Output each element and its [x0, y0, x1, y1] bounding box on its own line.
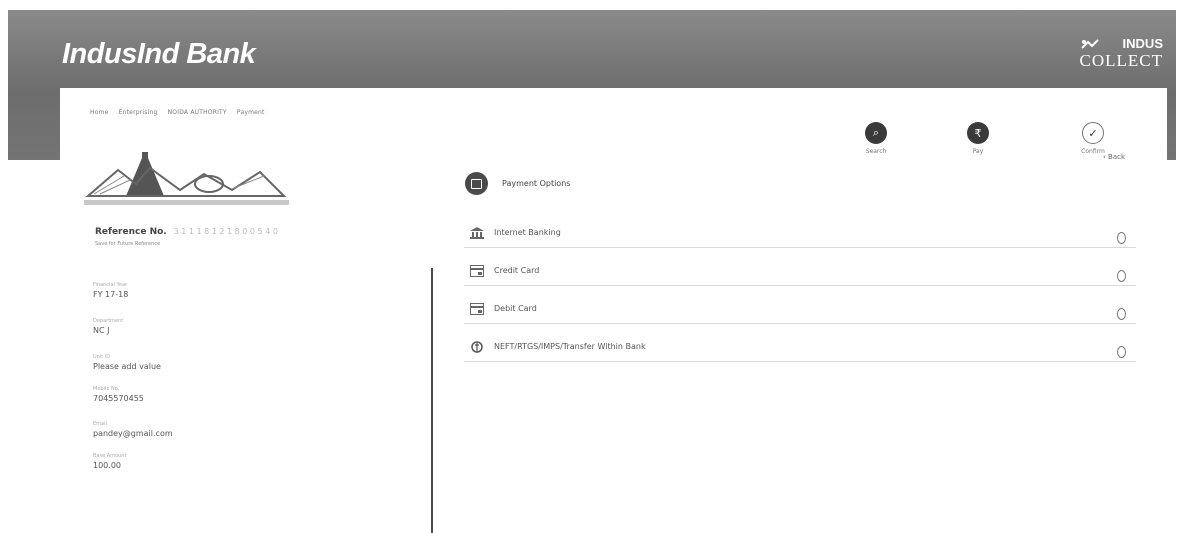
column-divider	[431, 268, 433, 533]
detail-label: Department	[93, 318, 124, 324]
breadcrumb-noida-authority[interactable]: NOIDA AUTHORITY	[168, 109, 227, 116]
detail-label: Financial Year	[93, 282, 128, 288]
detail-label: Mobile No.	[93, 386, 120, 392]
step-search-label: Search	[865, 148, 887, 155]
option-internet-banking[interactable]: Internet Banking	[464, 222, 1136, 248]
back-link[interactable]: ‹ Back	[1103, 153, 1125, 161]
detail-financial-year: Financial Year FY 17-18	[93, 282, 128, 299]
step-search[interactable]: ⌕ Search	[846, 122, 906, 155]
bank-logo-text: IndusInd Bank	[62, 38, 256, 70]
step-pay-label: Pay	[972, 148, 984, 155]
reference-label: Reference No.	[95, 227, 167, 237]
detail-value: Please add value	[93, 362, 161, 371]
step-pay[interactable]: ₹ Pay	[948, 122, 1008, 155]
internet-banking-radio[interactable]	[1117, 232, 1126, 244]
detail-value: NC J	[93, 326, 110, 335]
detail-value: FY 17-18	[93, 290, 129, 299]
breadcrumb: Home Enterprising NOIDA AUTHORITY Paymen…	[90, 109, 273, 116]
detail-value: pandey@gmail.com	[93, 429, 173, 438]
bank-icon	[470, 227, 484, 239]
indus-collect-logo: INDUS COLLECT	[1073, 36, 1164, 76]
card-icon	[470, 265, 484, 277]
reference-number: Reference No. 3 1 1 1 8 1 2 1 8 0 0 5 4 …	[95, 227, 278, 237]
option-label: Credit Card	[494, 266, 540, 275]
option-credit-card[interactable]: Credit Card	[464, 260, 1136, 286]
detail-email: Email pandey@gmail.com	[93, 421, 173, 438]
detail-label: Unit ID	[93, 354, 111, 360]
detail-department: Department NC J	[93, 318, 123, 335]
detail-label: Base Amount	[93, 453, 127, 459]
debit-card-radio[interactable]	[1117, 308, 1126, 320]
merchant-logo	[84, 152, 289, 205]
reference-note: Save for Future Reference	[95, 241, 161, 247]
rupee-icon: ₹	[967, 122, 989, 144]
detail-mobile: Mobile No. 7045570455	[93, 386, 144, 403]
breadcrumb-home[interactable]: Home	[90, 109, 109, 116]
detail-value: 100.00	[93, 461, 121, 470]
option-label: NEFT/RTGS/IMPS/Transfer Within Bank	[494, 342, 646, 351]
option-debit-card[interactable]: Debit Card	[464, 298, 1136, 324]
collect-emblem-icon	[1081, 39, 1099, 49]
detail-value: 7045570455	[93, 394, 144, 403]
collect-logo-bottom: COLLECT	[1079, 51, 1163, 70]
breadcrumb-enterprising[interactable]: Enterprising	[119, 109, 158, 116]
option-neft-rtgs[interactable]: NEFT/RTGS/IMPS/Transfer Within Bank	[464, 336, 1136, 362]
card-icon	[470, 303, 484, 315]
detail-amount: Base Amount 100.00	[93, 453, 126, 470]
transfer-icon	[471, 341, 483, 353]
detail-label: Email	[93, 421, 107, 427]
payment-options-header: Payment Options	[465, 172, 570, 195]
search-icon: ⌕	[865, 122, 887, 144]
detail-unit-id: Unit ID Please add value	[93, 354, 161, 371]
reference-value: 3 1 1 1 8 1 2 1 8 0 0 5 4 0	[173, 227, 278, 236]
option-label: Debit Card	[494, 304, 537, 313]
breadcrumb-payment: Payment	[236, 109, 265, 116]
neft-radio[interactable]	[1117, 346, 1126, 358]
collect-logo-top: INDUS	[1122, 36, 1163, 51]
wallet-icon	[465, 172, 488, 195]
step-confirm[interactable]: ✓ Confirm	[1063, 122, 1123, 155]
credit-card-radio[interactable]	[1117, 270, 1126, 282]
check-icon: ✓	[1082, 122, 1104, 144]
option-label: Internet Banking	[494, 228, 561, 237]
payment-options-title: Payment Options	[502, 179, 571, 188]
